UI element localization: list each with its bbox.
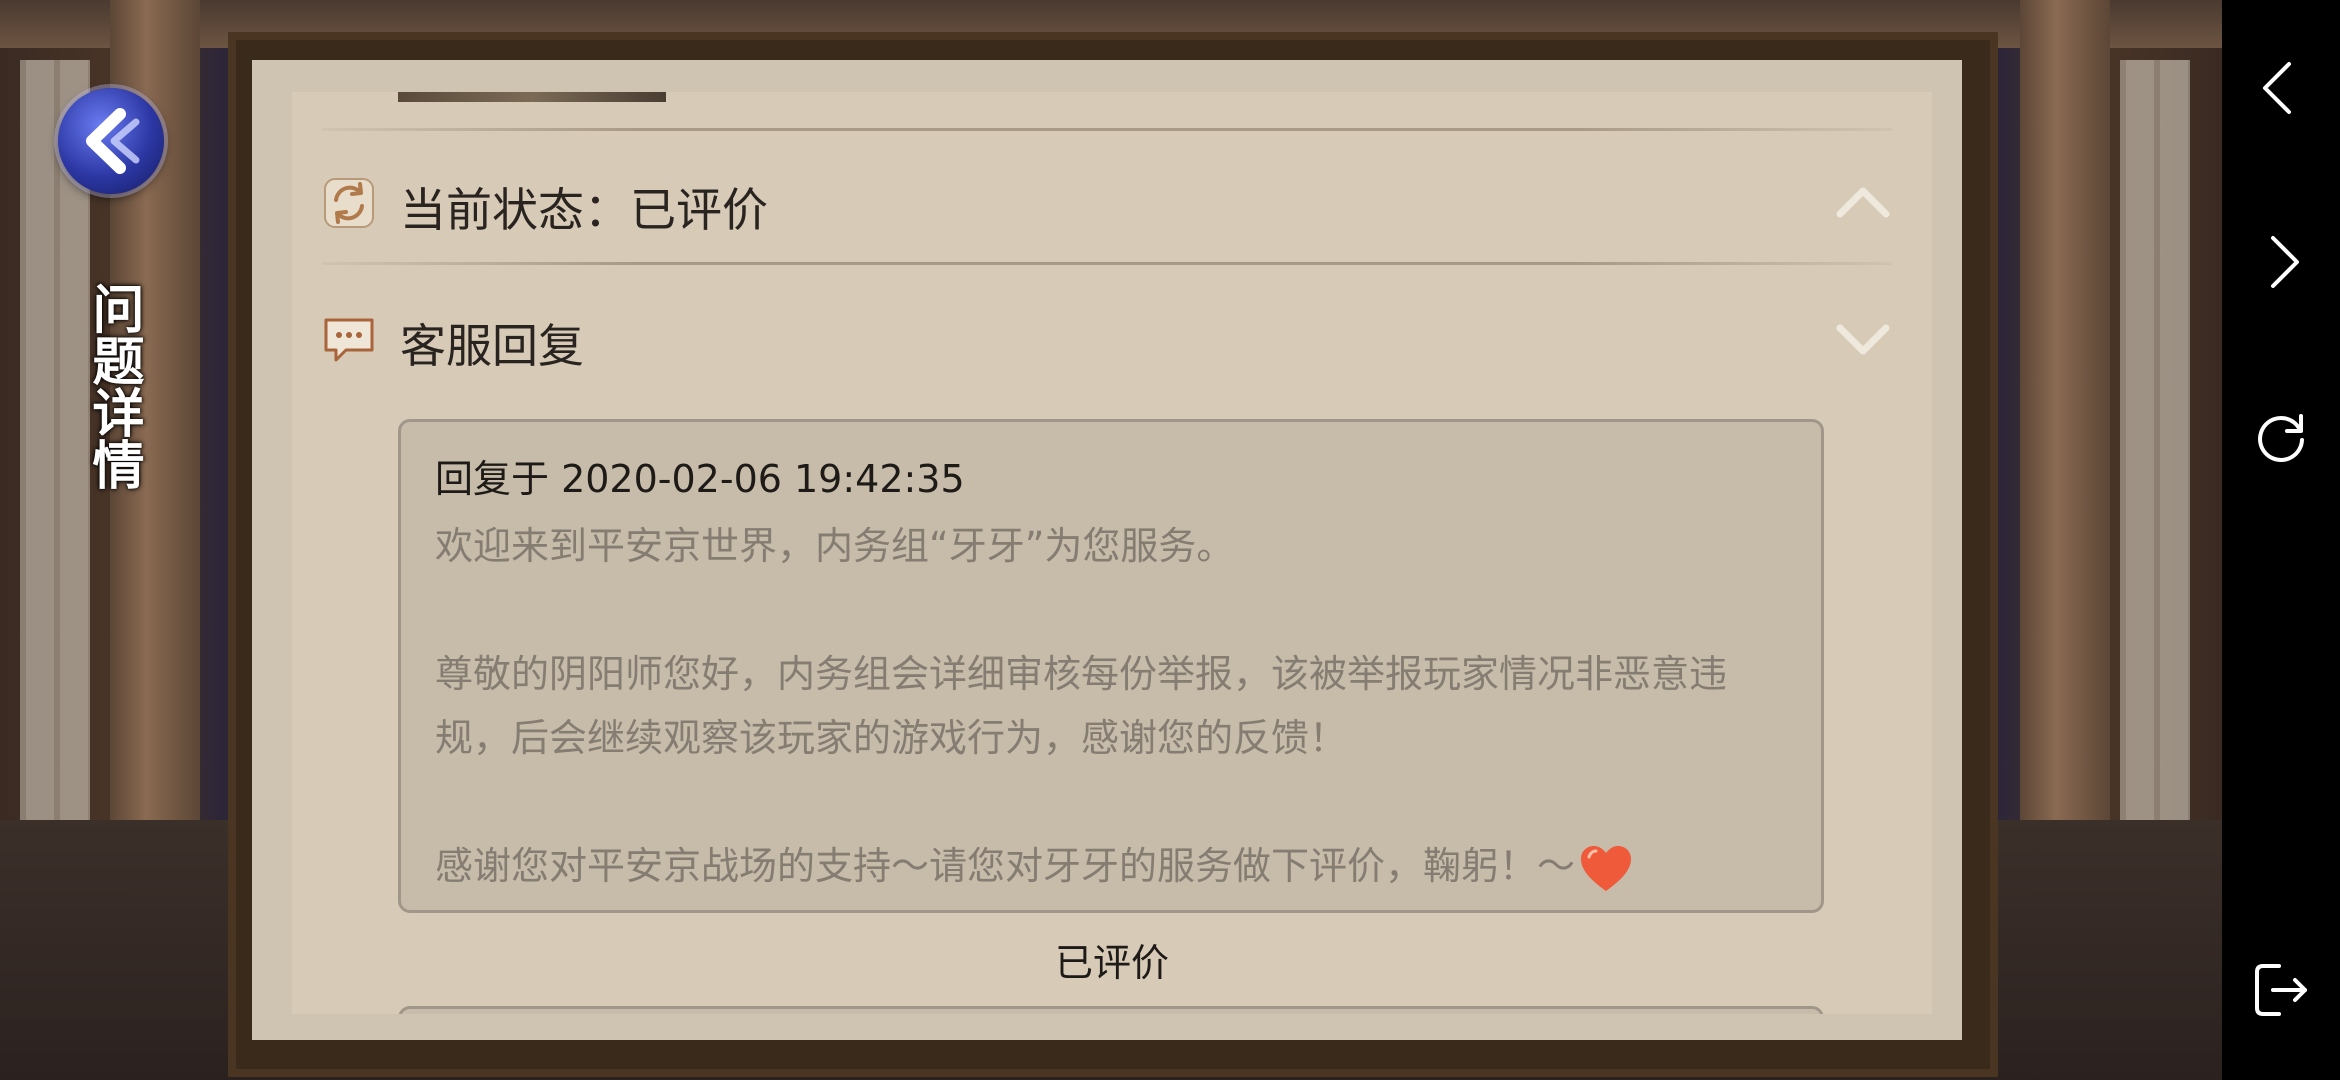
rated-status: 已评价 (1054, 941, 1169, 985)
refresh-icon (324, 178, 374, 228)
back-button[interactable] (58, 88, 164, 194)
background-screen-right (2120, 60, 2190, 840)
nav-back-button[interactable] (2251, 58, 2311, 118)
reply-line: 欢迎来到平安京世界，内务组“牙牙”为您服务。 (435, 524, 1235, 568)
chevron-down-icon[interactable] (1834, 310, 1892, 368)
background-pillar-right (2020, 0, 2110, 900)
back-arrow-icon (86, 108, 140, 174)
forward-arrow-icon (2271, 236, 2299, 288)
nav-reload-button[interactable] (2251, 408, 2311, 468)
browser-navbar (2222, 0, 2340, 1080)
reload-icon (2258, 414, 2304, 462)
reply-line-last: 感谢您对平安京战场的支持～请您对牙牙的服务做下评价，鞠躬！～ (435, 834, 1795, 898)
divider (322, 128, 1892, 131)
status-label: 当前状态：已评价 (400, 183, 768, 237)
reply-row[interactable]: 客服回复 (322, 298, 1892, 378)
reply-label: 客服回复 (400, 319, 584, 373)
chevron-up-icon[interactable] (1834, 174, 1892, 232)
reply-timestamp: 回复于 2020-02-06 19:42:35 (435, 457, 965, 501)
reply-body: 欢迎来到平安京世界，内务组“牙牙”为您服务。 尊敬的阴阳师您好，内务组会详细审核… (435, 514, 1795, 898)
back-arrow-icon (2263, 62, 2291, 114)
heart-icon (1581, 845, 1632, 891)
exit-icon (2255, 964, 2307, 1016)
reply-line: 尊敬的阴阳师您好，内务组会详细审核每份举报，该被举报玩家情况非恶意违规，后会继续… (435, 652, 1728, 760)
nav-exit-button[interactable] (2251, 960, 2311, 1020)
status-row[interactable]: 当前状态：已评价 (322, 162, 1892, 242)
divider (322, 262, 1892, 265)
reply-message: 回复于 2020-02-06 19:42:35 欢迎来到平安京世界，内务组“牙牙… (398, 419, 1824, 913)
attachment-thumbnail[interactable] (398, 92, 666, 102)
nav-forward-button[interactable] (2251, 232, 2311, 292)
next-message-box (398, 1006, 1824, 1014)
detail-panel[interactable]: 当前状态：已评价 客服回复 回复于 2020-02-06 19:42:35 欢迎… (292, 92, 1932, 1014)
page-title: 问题详情 (83, 282, 143, 490)
chat-bubble-icon (324, 318, 374, 362)
reply-line-text: 感谢您对平安京战场的支持～请您对牙牙的服务做下评价，鞠躬！～ (435, 844, 1576, 888)
